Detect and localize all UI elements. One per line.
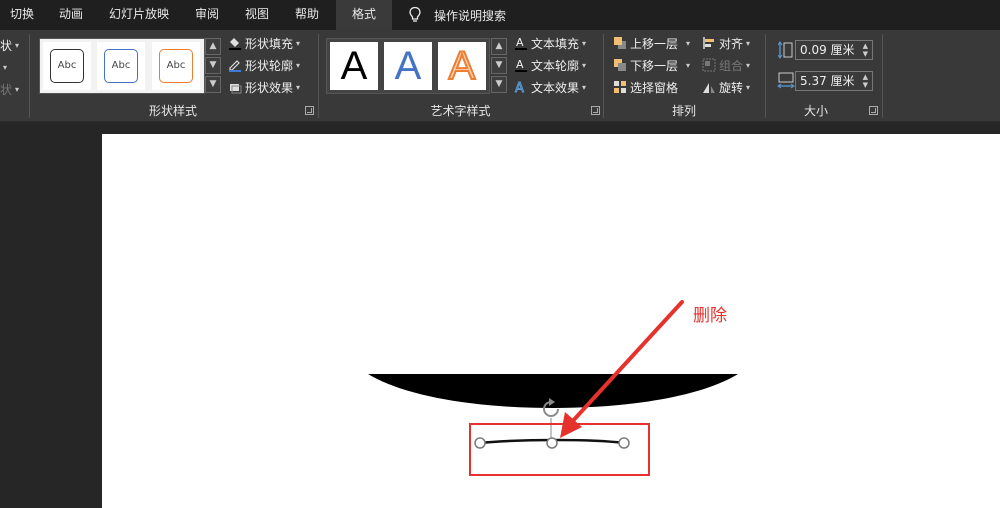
text-fill-button[interactable]: A 文本填充 ▾ (514, 34, 586, 52)
powerpoint-window: 切换 动画 幻灯片放映 审阅 视图 帮助 格式 操作说明搜索 状 ▾ ▾ 状 ▾ A… (0, 0, 1000, 508)
tab-help[interactable]: 帮助 (284, 0, 330, 30)
text-fill-icon: A (514, 36, 528, 50)
bring-forward-icon (613, 36, 627, 50)
wordart-scroll-down[interactable]: ▼ (491, 57, 507, 74)
wordart-preset-blue[interactable]: A (384, 42, 432, 90)
selection-pane-icon (613, 80, 627, 94)
svg-text:A: A (515, 81, 524, 94)
ribbon: 状 ▾ ▾ 状 ▾ Abc Abc Abc ▲ ▼ ▼ 形状填充 ▾ 形状轮廓 ▾ (0, 30, 1000, 122)
paint-bucket-icon (228, 36, 242, 50)
cutoff-command-1[interactable]: 状 ▾ (0, 36, 19, 54)
shape-styles-group-label: 形状样式 (148, 104, 197, 118)
shape-fill-button[interactable]: 形状填充 ▾ (228, 34, 300, 52)
send-backward-button[interactable]: 下移一层 ▾ (613, 56, 690, 74)
wordart-scroll-up[interactable]: ▲ (491, 38, 507, 55)
tab-slideshow[interactable]: 幻灯片放映 (98, 0, 180, 30)
shape-styles-dialog-launcher[interactable] (305, 106, 314, 115)
shape-style-preset-1-text: Abc (50, 49, 84, 83)
text-effects-icon: A (514, 80, 528, 97)
wordart-preset-orange[interactable]: A (438, 42, 486, 90)
bring-forward-button[interactable]: 上移一层 ▾ (613, 34, 690, 52)
tab-review[interactable]: 审阅 (184, 0, 230, 30)
wordart-dialog-launcher[interactable] (591, 106, 600, 115)
shape-height-icon (777, 41, 794, 63)
wordart-preset-black[interactable]: A (330, 42, 378, 90)
align-icon (702, 36, 716, 50)
shape-style-preset-2[interactable]: Abc (97, 42, 145, 90)
wordart-styles-group-label: 艺术字样式 (430, 104, 491, 118)
annotation-highlight-box (469, 423, 650, 476)
shape-style-preset-1[interactable]: Abc (43, 42, 91, 90)
text-outline-icon: A (514, 58, 528, 72)
shape-height-input[interactable]: 0.09 厘米 ▲ ▼ (795, 40, 873, 60)
arrange-group-label: 排列 (671, 104, 696, 118)
svg-text:A: A (516, 36, 524, 49)
annotation-arrow (560, 300, 684, 438)
shape-effects-icon (228, 80, 242, 94)
group-separator (882, 34, 883, 118)
slide-thumbnail-panel[interactable] (0, 122, 102, 508)
tell-me-text: 操作说明搜索 (434, 8, 507, 23)
slide-canvas[interactable] (102, 134, 1000, 508)
ribbon-tab-bar: 切换 动画 幻灯片放映 审阅 视图 帮助 格式 操作说明搜索 (0, 0, 1000, 30)
height-spinner-arrows[interactable]: ▲ ▼ (863, 42, 868, 58)
pencil-outline-icon (228, 58, 242, 72)
rotate-icon (702, 80, 716, 94)
shape-width-icon (777, 72, 795, 94)
group-icon (702, 58, 716, 72)
gallery-scroll-down[interactable]: ▼ (205, 57, 221, 74)
tab-animations[interactable]: 动画 (48, 0, 94, 30)
selection-handle-left[interactable] (474, 437, 486, 449)
annotation-label-delete: 删除 (693, 306, 727, 326)
cutoff-command-2[interactable]: ▾ (0, 58, 7, 76)
cutoff-command-3: 状 ▾ (0, 82, 20, 97)
rotate-button[interactable]: 旋转 ▾ (702, 78, 750, 96)
text-outline-button[interactable]: A 文本轮廓 ▾ (514, 56, 586, 74)
width-spinner-arrows[interactable]: ▲ ▼ (863, 73, 868, 89)
slide-drawing (368, 300, 738, 476)
gallery-expand[interactable]: ▼ (205, 76, 221, 93)
group-button: 组合 ▾ (702, 56, 750, 74)
text-effects-button[interactable]: A 文本效果 ▾ (514, 78, 587, 97)
svg-text:A: A (516, 58, 524, 71)
selection-handle-right[interactable] (618, 437, 630, 449)
selection-handle-center[interactable] (546, 437, 558, 449)
wordart-expand[interactable]: ▼ (491, 76, 507, 93)
gallery-scroll-up[interactable]: ▲ (205, 38, 221, 55)
selection-pane-button[interactable]: 选择窗格 (613, 78, 678, 96)
align-button[interactable]: 对齐 ▾ (702, 34, 750, 52)
shape-effects-button[interactable]: 形状效果 ▾ (228, 78, 300, 96)
tab-format[interactable]: 格式 (336, 0, 392, 30)
shape-style-preset-3[interactable]: Abc (152, 42, 200, 90)
size-dialog-launcher[interactable] (869, 106, 878, 115)
tab-transitions[interactable]: 切换 (0, 0, 44, 30)
shape-width-input[interactable]: 5.37 厘米 ▲ ▼ (795, 71, 873, 91)
shape-outline-button[interactable]: 形状轮廓 ▾ (228, 56, 300, 74)
shape-style-preset-2-text: Abc (104, 49, 138, 83)
size-group-label: 大小 (803, 104, 828, 118)
lightbulb-icon (409, 6, 421, 22)
shape-style-preset-3-text: Abc (159, 49, 193, 83)
send-backward-icon (613, 58, 627, 72)
tell-me-search[interactable]: 操作说明搜索 (408, 0, 506, 30)
tab-view[interactable]: 视图 (234, 0, 280, 30)
